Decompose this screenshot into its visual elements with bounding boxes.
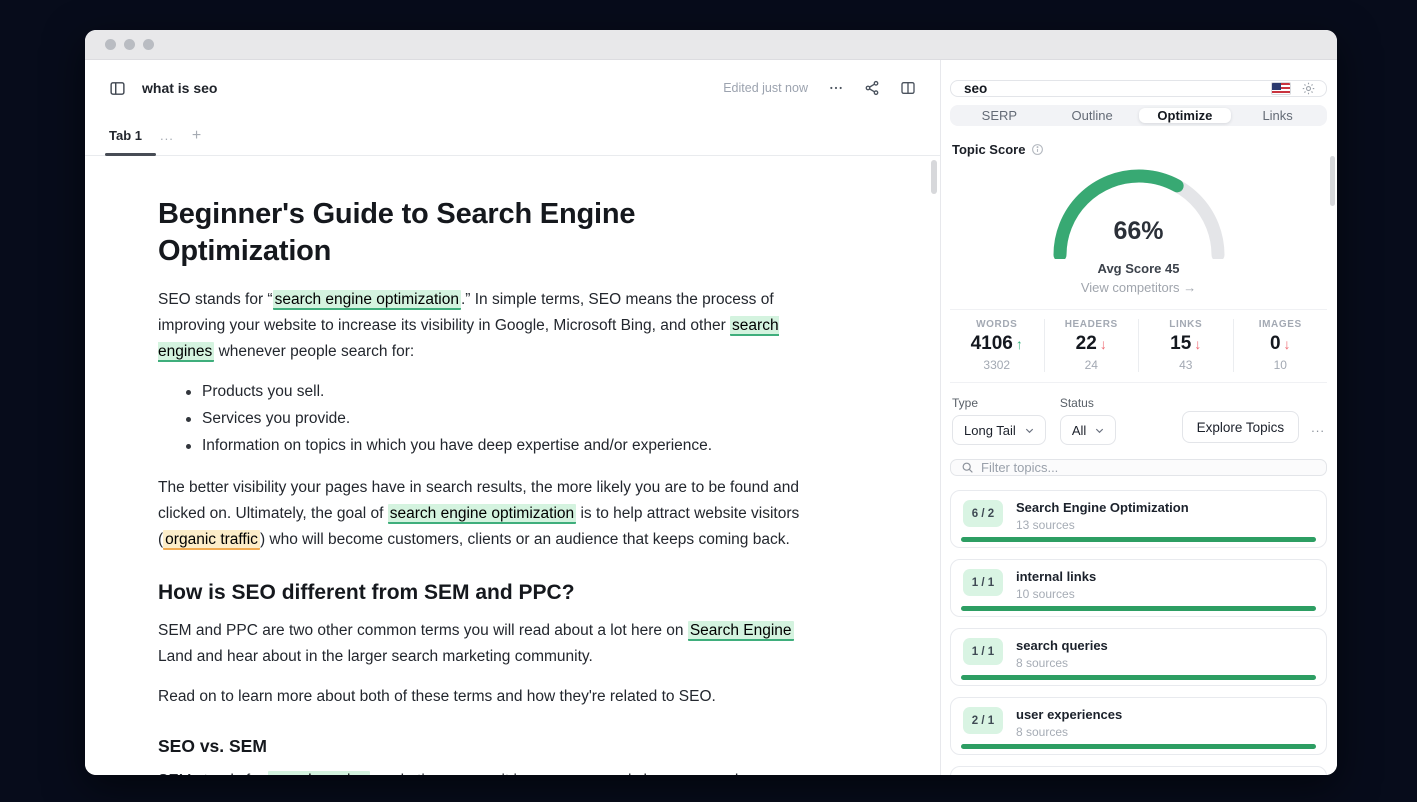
topic-count-badge: 1 / 1 [963,569,1003,596]
topic-title: Search Engine Optimization [1016,500,1189,516]
info-icon[interactable] [1031,143,1044,156]
topic-count-badge: 2 / 1 [963,707,1003,734]
panel-scrollbar[interactable] [1330,156,1335,206]
stat-cell: LINKS 15↓ 43 [1139,319,1234,372]
edited-status: Edited just now [723,81,808,95]
document-tabbar: Tab 1 ... + [85,116,940,156]
tab-outline[interactable]: Outline [1046,108,1139,123]
topics-more-icon[interactable]: ... [1311,420,1325,435]
window-titlebar [85,30,1337,60]
topic-title: search queries [1016,638,1108,654]
app-window: what is seo Edited just now Tab 1 .. [85,30,1337,775]
traffic-light-zoom[interactable] [143,39,154,50]
topic-progress-bar [961,537,1316,542]
tab-serp[interactable]: SERP [953,108,1046,123]
panel-toggle-icon[interactable] [900,80,916,96]
doc-p: The better visibility your pages have in… [158,475,800,553]
topic-progress-bar [961,675,1316,680]
document-tab-1[interactable]: Tab 1 [109,116,142,155]
chevron-down-icon [1094,425,1105,436]
topic-title: user experiences [1016,707,1122,723]
topic-sources: 8 sources [1016,656,1108,670]
status-filter-label: Status [1060,396,1116,410]
type-filter-label: Type [952,396,1046,410]
us-flag-icon[interactable] [1271,82,1291,95]
topic-sources: 8 sources [1016,725,1122,739]
doc-h2: How is SEO different from SEM and PPC? [158,581,800,605]
doc-list-item: Products you sell. [158,379,800,405]
document-canvas[interactable]: Beginner's Guide to Search Engine Optimi… [85,156,940,775]
seo-side-panel: SERPOutlineOptimizeLinks Topic Score 66% [940,60,1337,775]
doc-p: Read on to learn more about both of thes… [158,684,800,710]
arrow-right-icon: → [1183,280,1196,295]
filter-topics-box [950,459,1327,476]
sidebar-toggle-icon[interactable] [109,80,126,97]
highlight-green: Search Engine [688,621,794,641]
topic-filters: Type Long Tail Status All [952,396,1325,445]
topic-card[interactable]: 1 / 1 search queries 8 sources [950,628,1327,686]
trend-arrow-icon: ↓ [1284,336,1291,352]
doc-p: SEO stands for “search engine optimizati… [158,287,800,365]
stat-cell: WORDS 4106↑ 3302 [950,319,1045,372]
topic-progress-bar [961,606,1316,611]
search-icon [961,461,974,474]
document-title: what is seo [142,80,217,96]
chevron-down-icon [1024,425,1035,436]
avg-score: Avg Score 45 [1098,261,1180,276]
doc-p: SEM and PPC are two other common terms y… [158,618,800,670]
doc-list-item: Services you provide. [158,406,800,432]
type-filter-select[interactable]: Long Tail [952,415,1046,445]
doc-h3: SEO vs. SEM [158,736,800,757]
topic-score-gauge: 66% Avg Score 45 View competitors → [950,159,1327,295]
topics-list: 6 / 2 Search Engine Optimization 13 sour… [950,490,1327,775]
content-stats: WORDS 4106↑ 3302 HEADERS 22↓ 24 LINKS 15… [950,309,1327,383]
tab-optimize[interactable]: Optimize [1139,108,1232,123]
topic-card[interactable]: 2 / 1 user experiences 8 sources [950,697,1327,755]
panel-tabs: SERPOutlineOptimizeLinks [950,105,1327,126]
trend-arrow-icon: ↓ [1194,336,1201,352]
document-header: what is seo Edited just now [85,60,940,116]
doc-h1: Beginner's Guide to Search Engine Optimi… [158,196,800,269]
status-filter-select[interactable]: All [1060,415,1116,445]
topic-sources: 13 sources [1016,518,1189,532]
topic-score-value: 66% [1044,217,1234,246]
settings-gear-icon[interactable] [1301,81,1316,96]
tab-links[interactable]: Links [1231,108,1324,123]
view-competitors-link[interactable]: View competitors → [1081,280,1196,295]
topic-card[interactable]: 6 / 2 Search Engine Optimization 13 sour… [950,490,1327,548]
topic-sources: 10 sources [1016,587,1096,601]
highlight-green: search engine optimization [388,504,576,524]
stat-cell: HEADERS 22↓ 24 [1045,319,1140,372]
topic-progress-bar [961,744,1316,749]
highlight-green: search engine optimization [273,290,461,310]
more-options-icon[interactable] [828,80,844,96]
tab-add-icon[interactable]: + [192,127,201,145]
trend-arrow-icon: ↑ [1016,336,1023,352]
topic-title: internal links [1016,569,1096,585]
doc-p: SEM stands for search engine marketing –… [158,768,800,775]
highlight-green: search engine [268,771,369,775]
topic-score-label: Topic Score [952,142,1025,157]
document-scrollbar[interactable] [931,160,937,194]
filter-topics-input[interactable] [981,460,1316,475]
share-icon[interactable] [864,80,880,96]
query-search-box [950,80,1327,97]
topic-count-badge: 6 / 2 [963,500,1003,527]
topic-count-badge: 1 / 1 [963,638,1003,665]
doc-list-item: Information on topics in which you have … [158,433,800,459]
document-body: Beginner's Guide to Search Engine Optimi… [85,156,940,775]
trend-arrow-icon: ↓ [1100,336,1107,352]
traffic-light-minimize[interactable] [124,39,135,50]
stat-cell: IMAGES 0↓ 10 [1234,319,1328,372]
doc-bullet-list: Products you sell.Services you provide.I… [158,379,800,459]
query-input[interactable] [964,81,1261,96]
explore-topics-button[interactable]: Explore Topics [1182,411,1300,443]
document-pane: what is seo Edited just now Tab 1 .. [85,60,940,775]
highlight-yellow: organic traffic [163,530,260,550]
tab-more-icon[interactable]: ... [160,128,174,143]
topic-card[interactable]: 2 / 3 organic traffic [950,766,1327,775]
traffic-light-close[interactable] [105,39,116,50]
topic-card[interactable]: 1 / 1 internal links 10 sources [950,559,1327,617]
